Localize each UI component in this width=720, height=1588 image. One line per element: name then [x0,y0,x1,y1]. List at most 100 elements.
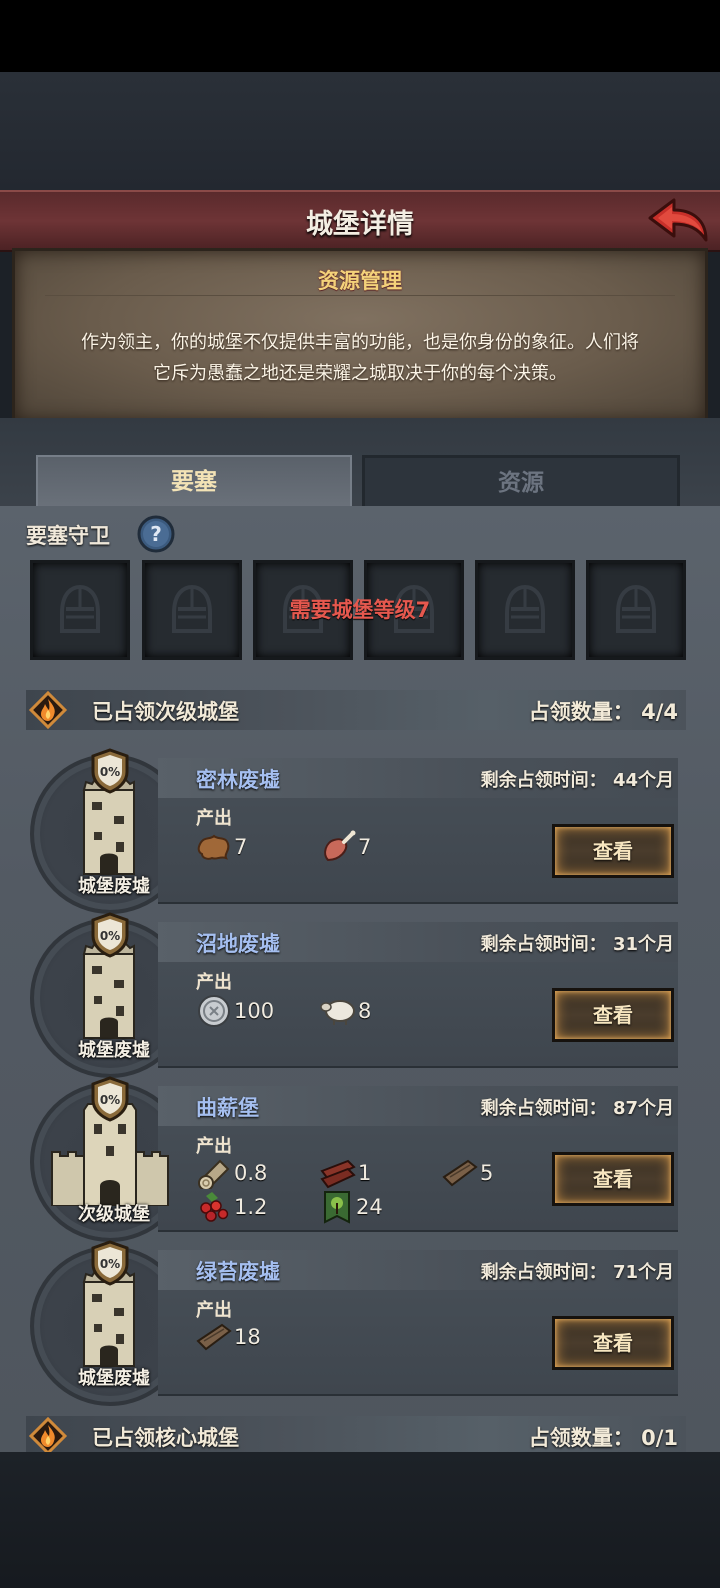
castle-card: 0% 城堡废墟 沼地废墟 剩余占领时间： 31个月 产出 100 8 查看 [30,912,678,1078]
castle-name: 密林废墟 [196,768,280,792]
remaining-unit: 个月 [638,934,674,955]
log-icon [198,1159,230,1189]
count-value: 0/1 [641,1426,678,1450]
remaining-label: 剩余占领时间： [480,934,607,955]
remaining-time: 剩余占领时间： 31个月 [481,930,674,956]
status-bar [0,0,720,72]
remaining-unit: 个月 [638,1262,674,1283]
resource-value: 7 [358,835,372,859]
shield-badge-icon: 0% [91,748,129,794]
remaining-unit: 个月 [638,770,674,791]
view-button[interactable]: 查看 [552,1152,674,1206]
guard-slot-2[interactable] [142,560,242,660]
resource-value: 5 [480,1161,494,1185]
shield-badge-icon: 0% [91,1076,129,1122]
tree-banner-icon [324,1191,350,1224]
resource-item: 0.8 [196,1156,267,1190]
helmet-icon [505,584,545,633]
resource-value: 1 [358,1161,372,1185]
resource-value: 7 [234,835,248,859]
castle-type-label: 城堡废墟 [78,1368,150,1389]
occupation-percent: 0% [100,929,120,943]
tab-fortress[interactable]: 要塞 [36,455,352,507]
castle-name: 沼地废墟 [196,932,280,956]
plank-icon [442,1159,478,1187]
castle-name: 曲薪堡 [196,1096,259,1120]
remaining-label: 剩余占领时间： [480,770,607,791]
guard-slot-1[interactable] [30,560,130,660]
remaining-time: 剩余占领时间： 87个月 [481,1094,674,1120]
remaining-value: 87 [612,1098,638,1119]
title-bar: 城堡详情 [0,190,720,252]
count-label: 占领数量： [528,1426,634,1450]
sub-castle-section-title: 已占领次级城堡 [92,700,239,724]
resource-item: 1 [320,1156,371,1190]
backdrop-top [0,72,720,190]
resource-value: 0.8 [234,1161,268,1185]
leather-icon [197,834,230,860]
help-icon[interactable]: ? [136,514,176,554]
occupation-percent: 0% [100,1257,120,1271]
resource-item: 100 [196,994,274,1028]
back-arrow-icon[interactable] [646,196,710,246]
sheep-icon [320,1000,355,1025]
page-title: 城堡详情 [306,209,414,240]
backdrop-bottom [0,1452,720,1588]
guard-slot-5[interactable] [475,560,575,660]
intro-parchment: 资源管理 作为领主，你的城堡不仅提供丰富的功能，也是你身份的象征。人们将 它斥为… [12,248,708,424]
view-button[interactable]: 查看 [552,1316,674,1370]
castle-card: 0% 城堡废墟 绿苔废墟 剩余占领时间： 71个月 产出 18 查看 [30,1240,678,1406]
castle-name: 绿苔废墟 [196,1260,280,1284]
count-label: 占领数量： [528,700,634,724]
resource-item: 24 [320,1190,383,1224]
guard-slot-6[interactable] [586,560,686,660]
resource-value: 18 [234,1325,261,1349]
intro-divider [45,295,675,296]
core-castle-count: 占领数量： 0/1 [529,1422,678,1452]
plank-icon [196,1323,232,1351]
resource-value: 100 [234,999,275,1023]
occupation-percent: 0% [100,1093,120,1107]
core-castle-section-title: 已占领核心城堡 [92,1426,239,1450]
view-button[interactable]: 查看 [552,988,674,1042]
intro-description: 作为领主，你的城堡不仅提供丰富的功能，也是你身份的象征。人们将 它斥为愚蠢之地还… [45,327,675,389]
helmet-icon [60,584,100,633]
remaining-value: 71 [612,1262,638,1283]
helmet-icon [616,584,656,633]
remaining-unit: 个月 [638,1098,674,1119]
tab-resource[interactable]: 资源 [362,455,680,511]
intro-title: 资源管理 [318,269,402,293]
remaining-time: 剩余占领时间： 71个月 [481,1258,674,1284]
intro-desc-line-2: 它斥为愚蠢之地还是荣耀之城取决于你的每个决策。 [153,363,567,384]
castle-type-label: 城堡废墟 [78,1040,150,1061]
castle-type-label: 次级城堡 [78,1204,150,1225]
remaining-value: 31 [612,934,638,955]
view-button[interactable]: 查看 [552,824,674,878]
castle-card: 0% 次级城堡 曲薪堡 剩余占领时间： 87个月 产出 0.8 1 5 1.2 … [30,1076,678,1242]
helmet-icon [172,584,212,633]
resource-item: 5 [442,1156,493,1190]
produce-label: 产出 [196,1136,232,1157]
resource-item: 7 [320,830,371,864]
remaining-label: 剩余占领时间： [480,1262,607,1283]
produce-label: 产出 [196,972,232,993]
flame-emblem-icon [28,1416,68,1456]
guard-label: 要塞守卫 [26,524,110,548]
timber-icon [320,1159,356,1189]
sub-castle-count: 占领数量： 4/4 [529,696,678,726]
resource-item: 1.2 [196,1190,267,1224]
resource-value: 1.2 [234,1195,268,1219]
berries-icon [200,1192,229,1222]
shield-badge-icon: 0% [91,912,129,958]
silver-coin-icon [198,995,230,1027]
produce-label: 产出 [196,808,232,829]
resource-item: 8 [320,994,371,1028]
remaining-value: 44 [612,770,638,791]
resource-item: 7 [196,830,247,864]
resource-value: 8 [358,999,372,1023]
castle-type-label: 城堡废墟 [78,876,150,897]
shield-badge-icon: 0% [91,1240,129,1286]
resource-value: 24 [356,1195,383,1219]
core-castle-section-header: 已占领核心城堡 占领数量： 0/1 [26,1416,686,1456]
castle-card: 0% 城堡废墟 密林废墟 剩余占领时间： 44个月 产出 7 7 查看 [30,748,678,914]
